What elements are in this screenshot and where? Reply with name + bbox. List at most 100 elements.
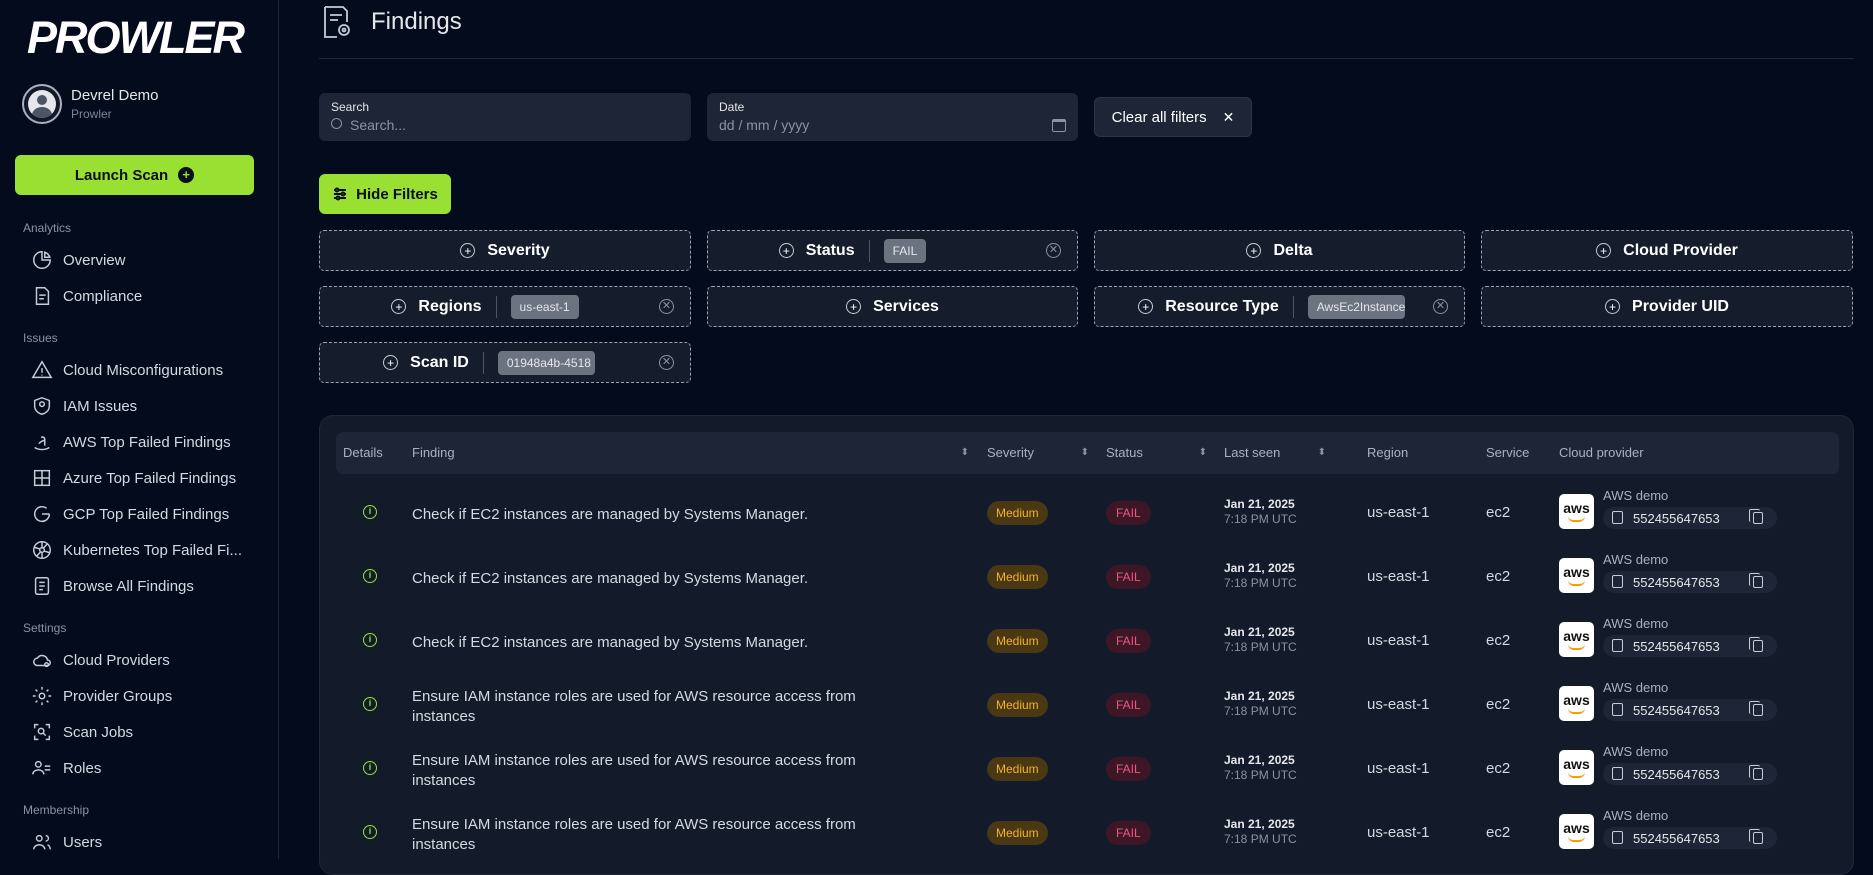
plus-icon: +	[178, 167, 195, 183]
table-row[interactable]: i Ensure IAM instance roles are used for …	[336, 736, 1839, 800]
info-icon[interactable]: i	[363, 569, 377, 583]
sidebar-item-provider-groups[interactable]: Provider Groups	[31, 685, 172, 707]
column-finding[interactable]: Finding ⬍	[412, 432, 969, 474]
account-name: AWS demo	[1603, 616, 1669, 631]
column-service: Service	[1486, 445, 1530, 460]
info-icon[interactable]: i	[363, 505, 377, 519]
finding-title[interactable]: Check if EC2 instances are managed by Sy…	[412, 505, 862, 525]
filter-label: Services	[873, 297, 939, 315]
search-field[interactable]: Search Search...	[319, 93, 691, 141]
copy-icon[interactable]	[1749, 573, 1763, 588]
date-input[interactable]: dd / mm / yyyy	[719, 117, 809, 133]
service-value: ec2	[1486, 760, 1511, 777]
region-value: us-east-1	[1367, 504, 1430, 521]
sidebar-item-azure-top[interactable]: Azure Top Failed Findings	[31, 467, 236, 489]
last-seen: Jan 21, 2025 7:18 PM UTC	[1224, 625, 1297, 654]
user-profile[interactable]: Devrel Demo Prowler	[22, 84, 159, 124]
status-badge: FAIL	[1106, 821, 1151, 845]
last-seen: Jan 21, 2025 7:18 PM UTC	[1224, 497, 1297, 526]
filter-delta[interactable]: + Delta	[1094, 230, 1465, 271]
sidebar-item-users[interactable]: Users	[31, 831, 102, 853]
sidebar-item-overview[interactable]: Overview	[31, 249, 126, 271]
finding-title[interactable]: Ensure IAM instance roles are used for A…	[412, 815, 862, 855]
finding-title[interactable]: Check if EC2 instances are managed by Sy…	[412, 633, 862, 653]
page-title: Findings	[371, 8, 462, 35]
shield-user-icon	[33, 396, 51, 416]
copy-icon[interactable]	[1749, 701, 1763, 716]
clear-filter-icon[interactable]: ✕	[659, 355, 674, 370]
table-row[interactable]: i Ensure IAM instance roles are used for …	[336, 800, 1839, 864]
column-severity[interactable]: Severity ⬍	[987, 432, 1089, 474]
calendar-icon[interactable]	[1052, 118, 1066, 132]
hide-filters-button[interactable]: Hide Filters	[319, 174, 451, 214]
filter-regions[interactable]: + Regions us-east-1 ✕	[319, 286, 691, 327]
filter-scan-id[interactable]: + Scan ID 01948a4b-4518 ✕	[319, 342, 691, 383]
sidebar-item-browse-all[interactable]: Browse All Findings	[31, 575, 194, 597]
sidebar-item-iam-issues[interactable]: IAM Issues	[31, 395, 137, 417]
clear-filter-icon[interactable]: ✕	[1046, 243, 1061, 258]
search-label: Search	[331, 100, 370, 114]
sidebar-item-kubernetes-top[interactable]: Kubernetes Top Failed Fi...	[31, 539, 242, 561]
severity-badge: Medium	[987, 821, 1048, 845]
search-input[interactable]: Search...	[350, 117, 406, 133]
user-icon	[28, 90, 56, 118]
table-row[interactable]: i Check if EC2 instances are managed by S…	[336, 480, 1839, 544]
prowler-logo[interactable]: PROWLER	[27, 12, 245, 64]
region-value: us-east-1	[1367, 696, 1430, 713]
finding-title[interactable]: Check if EC2 instances are managed by Sy…	[412, 569, 862, 589]
table-row[interactable]: i Check if EC2 instances are managed by S…	[336, 608, 1839, 672]
filter-severity[interactable]: + Severity	[319, 230, 691, 271]
launch-scan-button[interactable]: Launch Scan +	[15, 155, 254, 195]
info-icon[interactable]: i	[363, 633, 377, 647]
column-last-seen-label: Last seen	[1224, 445, 1281, 460]
sidebar-item-aws-top[interactable]: AWS Top Failed Findings	[31, 431, 231, 453]
last-seen-time: 7:18 PM UTC	[1224, 576, 1297, 590]
info-icon[interactable]: i	[363, 761, 377, 775]
account-icon	[1612, 831, 1623, 844]
info-icon[interactable]: i	[363, 697, 377, 711]
finding-title[interactable]: Ensure IAM instance roles are used for A…	[412, 751, 862, 791]
info-icon[interactable]: i	[363, 825, 377, 839]
table-row[interactable]: i Ensure IAM instance roles are used for …	[336, 672, 1839, 736]
table-row[interactable]: i Check if EC2 instances are managed by S…	[336, 544, 1839, 608]
sort-icon[interactable]: ⬍	[1199, 432, 1207, 474]
account-id-pill: 552455647653	[1603, 699, 1777, 721]
last-seen-time: 7:18 PM UTC	[1224, 704, 1297, 718]
filter-cloud-provider[interactable]: + Cloud Provider	[1481, 230, 1853, 271]
warning-icon	[31, 360, 53, 379]
column-last-seen[interactable]: Last seen ⬍	[1224, 432, 1326, 474]
copy-icon[interactable]	[1749, 765, 1763, 780]
clear-all-filters-button[interactable]: Clear all filters ✕	[1094, 97, 1252, 137]
sidebar-item-scan-jobs[interactable]: Scan Jobs	[31, 721, 133, 743]
finding-title[interactable]: Ensure IAM instance roles are used for A…	[412, 687, 862, 727]
sliders-icon	[334, 187, 347, 201]
date-label: Date	[719, 100, 745, 114]
clear-filter-icon[interactable]: ✕	[659, 299, 674, 314]
close-icon: ✕	[1222, 108, 1235, 125]
sidebar: PROWLER Devrel Demo Prowler Launch Scan …	[0, 0, 279, 859]
copy-icon[interactable]	[1749, 829, 1763, 844]
page-header: Findings	[319, 4, 462, 40]
filter-status[interactable]: + Status FAIL ✕	[707, 230, 1078, 271]
sidebar-item-roles[interactable]: Roles	[31, 757, 101, 779]
sidebar-item-cloud-providers[interactable]: Cloud Providers	[31, 649, 170, 671]
sidebar-item-cloud-misconfigurations[interactable]: Cloud Misconfigurations	[31, 359, 223, 381]
list-document-icon	[34, 577, 50, 595]
sort-icon[interactable]: ⬍	[1081, 432, 1089, 474]
user-roles-icon	[32, 760, 51, 775]
date-field[interactable]: Date dd / mm / yyyy	[707, 93, 1078, 141]
avatar[interactable]	[22, 84, 62, 124]
sidebar-item-label: Scan Jobs	[63, 723, 134, 741]
sidebar-item-compliance[interactable]: Compliance	[31, 285, 142, 307]
sort-icon[interactable]: ⬍	[961, 432, 969, 474]
sidebar-item-gcp-top[interactable]: GCP Top Failed Findings	[31, 503, 229, 525]
region-value: us-east-1	[1367, 568, 1430, 585]
filter-provider-uid[interactable]: + Provider UID	[1481, 286, 1853, 327]
clear-filter-icon[interactable]: ✕	[1433, 299, 1448, 314]
sort-icon[interactable]: ⬍	[1318, 432, 1326, 474]
filter-services[interactable]: + Services	[707, 286, 1078, 327]
copy-icon[interactable]	[1749, 637, 1763, 652]
copy-icon[interactable]	[1749, 509, 1763, 524]
column-status[interactable]: Status ⬍	[1106, 432, 1207, 474]
filter-resource-type[interactable]: + Resource Type AwsEc2Instance ✕	[1094, 286, 1465, 327]
